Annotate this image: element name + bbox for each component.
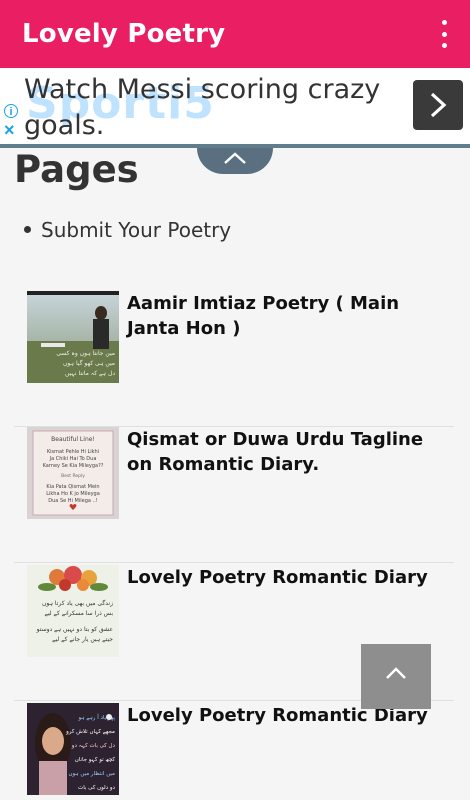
svg-text:مجھے کہاں تلاش کرو: مجھے کہاں تلاش کرو [65, 728, 115, 735]
collapse-ad-button[interactable] [197, 148, 273, 174]
thumb-text-line: Dua Se Hi Milega ..! [48, 498, 97, 504]
overflow-menu-icon[interactable] [434, 20, 454, 48]
svg-text:زندگی میں بھی یاد کرتا ہوں: زندگی میں بھی یاد کرتا ہوں [42, 599, 113, 607]
post-title[interactable]: Qismat or Duwa Urdu Tagline on Romantic … [127, 427, 437, 477]
scroll-to-top-button[interactable] [361, 644, 431, 709]
svg-text:میں ہی کھو گیا ہوں: میں ہی کھو گیا ہوں [63, 359, 115, 367]
post-thumbnail[interactable]: مین جانتا ہوں وہ کسی میں ہی کھو گیا ہوں … [27, 291, 119, 383]
ad-info-icon[interactable]: i [4, 104, 18, 118]
svg-text:عشق کو بتا دو نہیں ہے دوستو: عشق کو بتا دو نہیں ہے دوستو [36, 626, 113, 633]
svg-text:دل کی بات کہہ دو: دل کی بات کہہ دو [71, 742, 116, 749]
svg-text:کچھ تو کہو جاناں: کچھ تو کہو جاناں [75, 756, 116, 763]
ad-banner[interactable]: Sporti5 Watch Messi scoring crazy goals.… [0, 68, 470, 148]
thumb-text-line: Kia Pata Qismat Mein [46, 484, 99, 490]
app-title: Lovely Poetry [22, 19, 226, 49]
pages-heading: Pages [14, 148, 139, 191]
ad-close-icon[interactable]: × [4, 120, 15, 141]
chevron-right-icon [430, 92, 447, 118]
thumb-text-line: Kismat Pehle Hi Likhi [47, 449, 99, 455]
post-item[interactable]: مین جانتا ہوں وہ کسی میں ہی کھو گیا ہوں … [14, 291, 454, 427]
app-bar: Lovely Poetry [0, 0, 470, 68]
svg-text:بس ذرا سا مسکرانے کے لیے: بس ذرا سا مسکرانے کے لیے [44, 610, 113, 617]
thumb-text-line: Best Reply [61, 473, 85, 479]
thumb-text-line: Ja Chiki Hai To Dua [49, 456, 97, 462]
post-title[interactable]: Aamir Imtiaz Poetry ( Main Janta Hon ) [127, 291, 437, 341]
svg-text:دل ہے کہ مانتا نہیں: دل ہے کہ مانتا نہیں [65, 370, 115, 377]
svg-text:میں انتظار میں ہوں: میں انتظار میں ہوں [69, 771, 116, 777]
post-thumbnail[interactable]: پھر یاد آ رہے ہو مجھے کہاں تلاش کرو دل ک… [27, 703, 119, 795]
chevron-up-icon [386, 667, 406, 679]
post-item[interactable]: Beautiful Line! Kismat Pehle Hi Likhi Ja… [14, 427, 454, 563]
thumb-text-line: Beautiful Line! [51, 436, 95, 443]
ad-open-button[interactable] [413, 80, 463, 130]
page-link-submit-poetry[interactable]: Submit Your Poetry [24, 218, 231, 242]
post-thumbnail[interactable]: زندگی میں بھی یاد کرتا ہوں بس ذرا سا مسک… [27, 565, 119, 657]
ad-text[interactable]: Watch Messi scoring crazy goals. [24, 72, 404, 144]
thumb-text-line: Likha Ho K jo Mileyga [46, 491, 100, 497]
post-thumbnail[interactable]: Beautiful Line! Kismat Pehle Hi Likhi Ja… [27, 427, 119, 519]
svg-text:جیتے ہیں یار جانے کے لیے: جیتے ہیں یار جانے کے لیے [52, 636, 113, 643]
svg-text:مین جانتا ہوں وہ کسی: مین جانتا ہوں وہ کسی [56, 350, 115, 357]
thumb-text-line: Karney Se Kia Mileyga?? [43, 463, 104, 469]
post-title[interactable]: Lovely Poetry Romantic Diary [127, 565, 437, 590]
page-link-label: Submit Your Poetry [41, 218, 232, 242]
chevron-up-icon [224, 152, 246, 164]
svg-text:دو دلوں کی بات: دو دلوں کی بات [78, 784, 115, 791]
post-item[interactable]: پھر یاد آ رہے ہو مجھے کہاں تلاش کرو دل ک… [14, 703, 454, 800]
bullet-icon [24, 226, 31, 233]
